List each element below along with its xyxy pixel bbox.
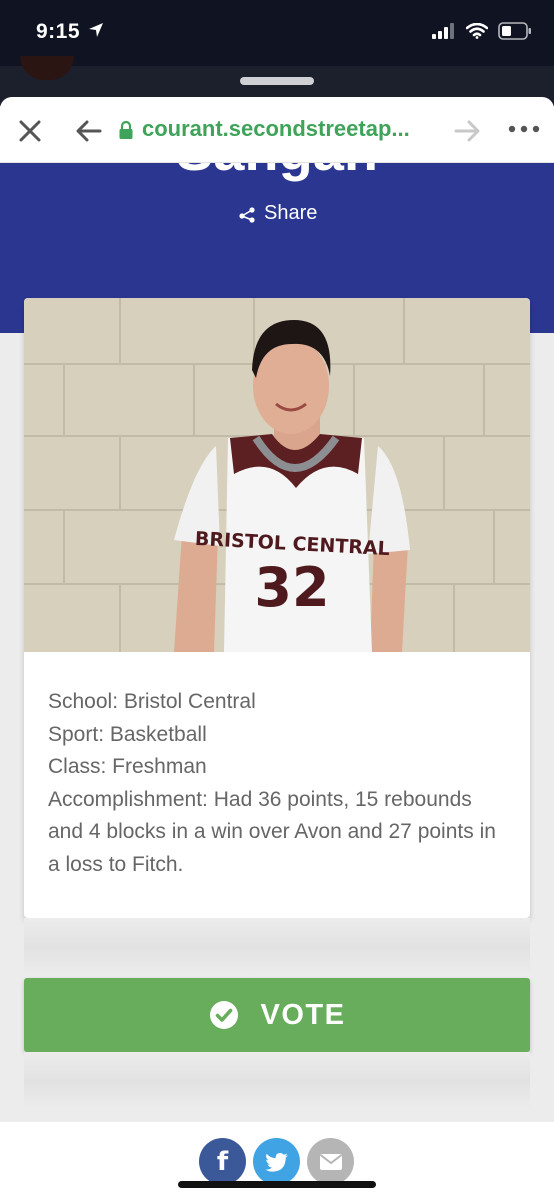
forward-arrow-icon[interactable]	[452, 117, 482, 145]
sport-line: Sport: Basketball	[48, 722, 207, 746]
school-line: School: Bristol Central	[48, 690, 256, 713]
contestant-name: Sangan	[0, 163, 554, 179]
contestant-details: School: Bristol Central Sport: Basketbal…	[48, 686, 510, 881]
signal-icon	[432, 23, 454, 39]
status-bar: 9:15	[0, 0, 554, 66]
vote-label: VOTE	[260, 998, 346, 1031]
more-icon[interactable]	[506, 123, 542, 135]
battery-icon	[498, 22, 531, 40]
share-icon	[239, 206, 255, 223]
status-time: 9:15	[36, 20, 81, 43]
mail-icon[interactable]	[307, 1138, 354, 1185]
check-circle-icon	[209, 1001, 238, 1029]
share-footer: f	[0, 1122, 554, 1200]
class-line: Class: Freshman	[48, 755, 207, 778]
sheet-grabber[interactable]	[240, 77, 314, 85]
wifi-icon	[466, 23, 488, 39]
card-shadow	[24, 918, 530, 976]
url-text[interactable]: courant.secondstreetap...	[142, 116, 410, 142]
back-arrow-icon[interactable]	[74, 117, 104, 145]
accomplishment-line: Accomplishment: Had 36 points, 15 reboun…	[48, 787, 496, 876]
browser-toolbar: courant.secondstreetap...	[0, 97, 554, 163]
lock-icon	[119, 120, 133, 139]
contestant-card: BRISTOL CENTRAL 32 School: Bristol Centr…	[24, 298, 530, 918]
contestant-photo[interactable]: BRISTOL CENTRAL 32	[24, 298, 530, 652]
share-label: Share	[264, 202, 318, 224]
home-indicator[interactable]	[178, 1181, 376, 1188]
vote-shadow	[24, 1052, 530, 1110]
close-icon[interactable]	[16, 117, 44, 145]
status-indicators	[432, 22, 532, 40]
vote-button[interactable]: VOTE	[24, 978, 530, 1052]
facebook-icon[interactable]: f	[199, 1138, 246, 1185]
location-arrow-icon	[89, 23, 103, 37]
jersey-number: 32	[254, 556, 329, 619]
share-button[interactable]: Share	[238, 202, 317, 225]
twitter-icon[interactable]	[253, 1138, 300, 1185]
